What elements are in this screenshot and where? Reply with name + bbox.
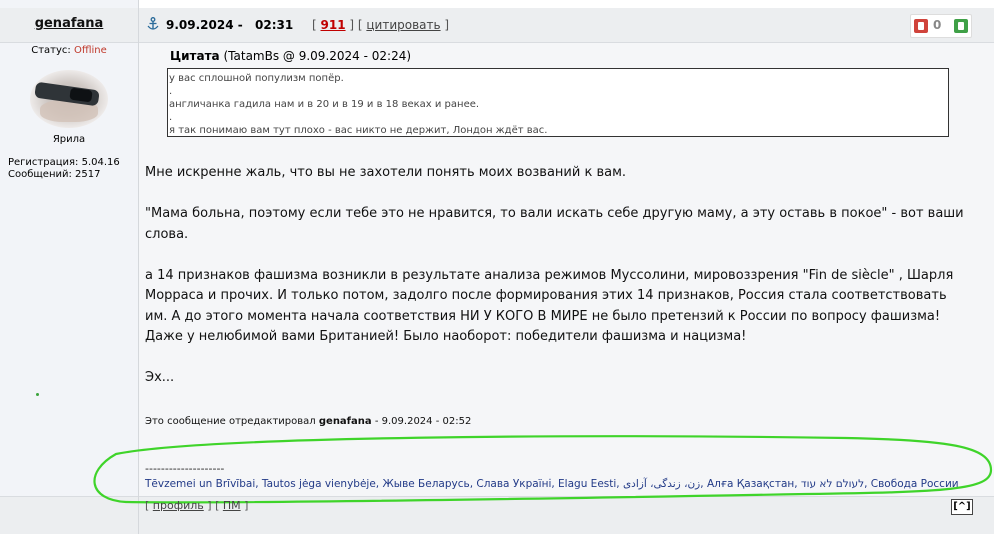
post-time: 02:31	[255, 18, 294, 32]
post-footer-links: [ профиль ] [ ПМ ]	[145, 499, 249, 512]
post-body: Мне искренне жаль, что вы не захотели по…	[145, 163, 965, 409]
body-paragraph: Мне искренне жаль, что вы не захотели по…	[145, 165, 627, 180]
quote-line: я так понимаю вам тут плохо - вас никто …	[169, 125, 548, 136]
green-highlight-ellipse	[93, 435, 993, 504]
next-post-row	[0, 519, 994, 534]
green-dot-mark	[36, 393, 39, 396]
edited-prefix: Это сообщение отредактировал	[145, 416, 316, 427]
author-status: Статус: Offline	[0, 45, 138, 56]
post-header-links: [ 911 ] [ цитировать ]	[312, 18, 450, 32]
quote-line: англичанка гадила нам и в 20 и в 19 и в …	[169, 99, 480, 110]
post-date: 9.09.2024 -	[166, 18, 243, 32]
quote-label: Цитата	[170, 49, 220, 63]
author-rank: Ярила	[52, 134, 86, 145]
thumb-up-icon[interactable]	[954, 19, 968, 33]
status-value: Offline	[73, 45, 107, 56]
rating-widget: 0	[910, 14, 972, 38]
quote-line: .	[169, 112, 173, 123]
edited-author: genafana	[318, 416, 372, 427]
quote-header: Цитата (TatamBs @ 9.09.2024 - 02:24)	[170, 49, 411, 63]
quote-line: у вас сплошной популизм попёр.	[169, 73, 344, 84]
pm-link[interactable]: ПМ	[223, 499, 241, 512]
post-number-link[interactable]: 911	[321, 18, 346, 32]
anchor-icon[interactable]	[147, 17, 159, 31]
post-date-separator: -	[237, 18, 243, 32]
author-username-link[interactable]: genafana	[0, 16, 138, 31]
status-label: Статус:	[31, 45, 71, 56]
body-paragraph: а 14 признаков фашизма возникли в резуль…	[145, 267, 954, 345]
profile-link[interactable]: профиль	[153, 499, 204, 512]
body-paragraph: "Мама больна, поэтому если тебе это не н…	[145, 206, 964, 242]
registration-date: Регистрация: 5.04.16	[8, 157, 120, 168]
quote-box: у вас сплошной популизм попёр. . англича…	[167, 68, 949, 137]
quote-button[interactable]: цитировать	[366, 18, 440, 32]
edited-note: Это сообщение отредактировал genafana - …	[145, 416, 471, 427]
quote-source: (TatamBs @ 9.09.2024 - 02:24)	[223, 49, 412, 63]
author-stats: Регистрация: 5.04.16 Сообщений: 2517	[8, 157, 120, 181]
post-date-value: 9.09.2024	[166, 18, 234, 32]
thumb-down-icon[interactable]	[914, 19, 928, 33]
avatar[interactable]	[30, 70, 108, 128]
rating-value: 0	[933, 18, 942, 32]
edited-time: - 9.09.2024 - 02:52	[374, 416, 472, 427]
quote-line: .	[169, 86, 173, 97]
scroll-top-button[interactable]: [^]	[951, 499, 973, 515]
message-count: Сообщений: 2517	[8, 169, 101, 180]
body-paragraph: Эх...	[145, 370, 175, 385]
